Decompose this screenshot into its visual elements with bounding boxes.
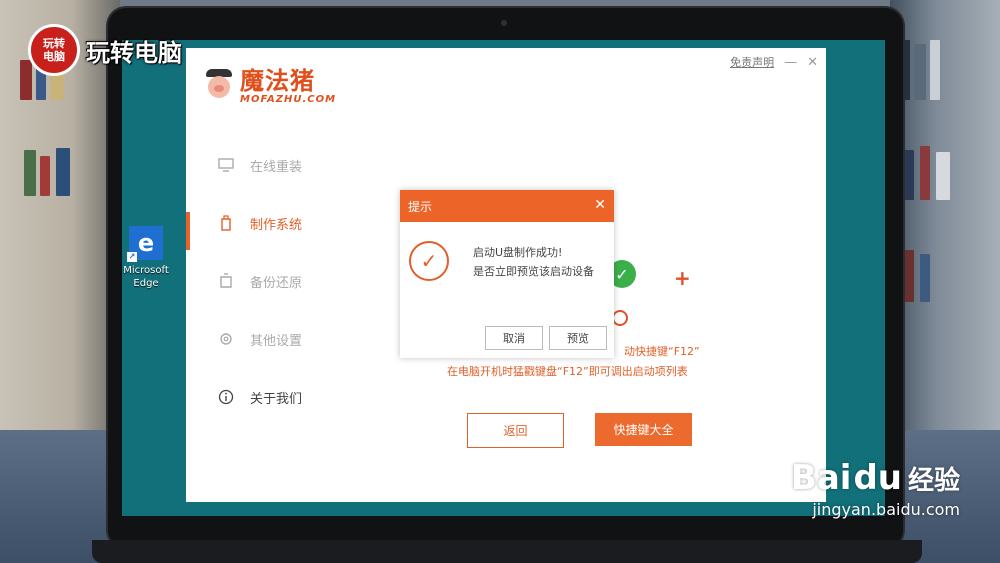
dialog-title: 提示 [408,199,433,214]
channel-watermark: 玩转 电脑 玩转电脑 [28,24,182,76]
channel-title: 玩转电脑 [86,38,182,67]
plus-icon: + [674,266,691,290]
logo-chinese-text: 魔法猪 [240,67,315,95]
pig-mascot-icon [204,68,234,105]
baidu-paw-text: du [853,458,902,498]
baidu-url: jingyan.baidu.com [812,500,960,519]
info-icon [218,389,234,405]
desktop-icon-label: Microsoft Edge [123,265,169,289]
baidu-brand-right: 经验 [907,465,960,496]
dialog-message-line1: 启动U盘制作成功! [473,246,563,259]
monitor-icon [218,157,234,173]
window-controls: 免责声明 — ✕ [730,54,818,70]
desktop-icon-edge[interactable]: e ↗ Microsoft Edge [122,226,170,290]
channel-badge: 玩转 电脑 [28,24,80,76]
laptop-base [92,540,922,563]
sidebar-item-label: 备份还原 [250,275,303,291]
sidebar-item-label: 在线重装 [250,159,303,175]
baidu-jingyan-watermark: Bai du 经验 jingyan.baidu.com [791,458,960,519]
cancel-button[interactable]: 取消 [485,326,543,350]
dialog-message-line2: 是否立即预览该启动设备 [473,265,594,278]
backup-icon [218,273,234,289]
sidebar-item-label: 其他设置 [250,333,303,349]
shortcut-arrow-icon: ↗ [127,252,137,262]
prompt-dialog: 提示 ✕ ✓ 启动U盘制作成功! 是否立即预览该启动设备 取消 预览 [400,190,614,358]
back-button[interactable]: 返回 [467,413,564,448]
laptop-camera [501,20,507,26]
edge-icon: e ↗ [127,226,163,262]
baidu-brand-left: Bai [790,458,852,498]
window-close-button[interactable]: ✕ [807,55,818,70]
minimize-button[interactable]: — [784,55,797,70]
sidebar-item-online-reinstall[interactable]: 在线重装 [186,136,386,194]
usb-icon [218,215,234,231]
gear-icon [218,331,234,347]
logo-english-text: MOFAZHU.COM [240,94,337,105]
hotkeys-list-button[interactable]: 快捷键大全 [595,413,692,446]
sidebar-item-other-settings[interactable]: 其他设置 [186,310,386,368]
disclaimer-link[interactable]: 免责声明 [730,54,774,70]
status-circle-icon [612,310,628,326]
sidebar-nav: 在线重装 制作系统 备份还原 其他设置 关于我们 [186,136,386,426]
sidebar-item-label: 制作系统 [250,217,303,233]
success-check-icon: ✓ [409,241,449,281]
sidebar-item-make-system[interactable]: 制作系统 [186,194,386,252]
dialog-title-bar: 提示 ✕ [400,190,614,222]
preview-button[interactable]: 预览 [549,326,607,350]
hotkey-hint-line2: 在电脑开机时猛戳键盘“F12”即可调出启动项列表 [447,365,688,378]
dialog-close-button[interactable]: ✕ [594,197,606,213]
hotkey-hint-line1: 动快捷键“F12” [624,345,700,358]
sidebar-item-about-us[interactable]: 关于我们 [186,368,386,426]
sidebar-item-label: 关于我们 [250,391,303,407]
sidebar-item-backup-restore[interactable]: 备份还原 [186,252,386,310]
app-logo: 魔法猪 MOFAZHU.COM [204,68,336,105]
